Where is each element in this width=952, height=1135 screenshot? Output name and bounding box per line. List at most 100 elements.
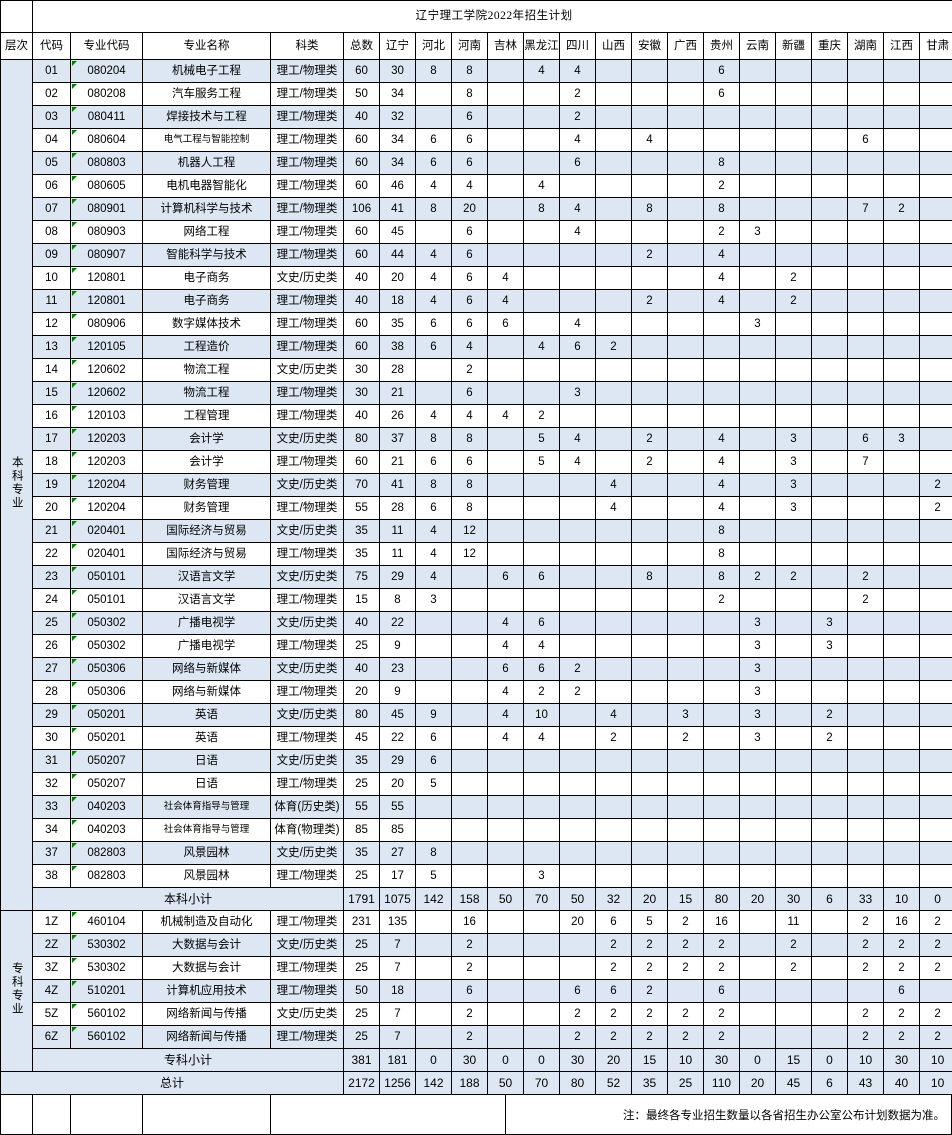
cell-province: 4 <box>452 175 488 198</box>
cell-row-no: 17 <box>33 428 71 451</box>
cell-province <box>884 244 920 267</box>
cell-province <box>632 727 668 750</box>
cell-province <box>848 152 884 175</box>
cell-province: 2 <box>632 1003 668 1026</box>
cell-province <box>632 313 668 336</box>
footer-note-left-blank <box>0 1095 506 1135</box>
cell-province <box>848 980 884 1003</box>
col-header-guangxi: 广西 <box>668 33 704 60</box>
table-row: 02080208汽车服务工程理工/物理类5034826 <box>1 83 952 106</box>
cell-province: 4 <box>488 612 524 635</box>
cell-province <box>704 727 740 750</box>
cell-province <box>776 704 812 727</box>
cell-province <box>632 405 668 428</box>
cell-province: 4 <box>416 543 452 566</box>
cell-province <box>920 129 952 152</box>
cell-province <box>848 681 884 704</box>
cell-province <box>740 1003 776 1026</box>
cell-major-name: 财务管理 <box>143 474 271 497</box>
cell-province <box>488 382 524 405</box>
cell-province <box>776 221 812 244</box>
cell-province <box>884 819 920 842</box>
cell-province: 6 <box>704 83 740 106</box>
cell-province <box>884 681 920 704</box>
cell-province <box>848 750 884 773</box>
cell-province: 2 <box>920 1003 952 1026</box>
cell-major-name: 网络与新媒体 <box>143 681 271 704</box>
cell-province <box>812 428 848 451</box>
cell-major-code: 120203 <box>71 451 143 474</box>
cell-province <box>452 796 488 819</box>
cell-province: 20 <box>632 888 668 911</box>
cell-major-name: 广播电视学 <box>143 635 271 658</box>
col-header-major-code: 专业代码 <box>71 33 143 60</box>
cell-province <box>488 842 524 865</box>
cell-province: 20 <box>740 1072 776 1095</box>
cell-province <box>812 911 848 934</box>
cell-province: 6 <box>416 750 452 773</box>
cell-province <box>488 83 524 106</box>
cell-province: 2 <box>740 566 776 589</box>
table-row: 13120105工程造价理工/物理类603864462 <box>1 336 952 359</box>
cell-province: 142 <box>416 888 452 911</box>
cell-province <box>920 520 952 543</box>
cell-province <box>668 566 704 589</box>
cell-province: 6 <box>848 428 884 451</box>
cell-province <box>884 313 920 336</box>
cell-major-code: 080907 <box>71 244 143 267</box>
cell-province <box>668 359 704 382</box>
cell-province: 8 <box>704 520 740 543</box>
cell-row-no: 20 <box>33 497 71 520</box>
cell-province <box>776 382 812 405</box>
cell-province <box>740 198 776 221</box>
cell-province <box>488 911 524 934</box>
cell-province <box>812 497 848 520</box>
cell-province <box>560 635 596 658</box>
cell-row-no: 37 <box>33 842 71 865</box>
cell-total: 30 <box>344 359 380 382</box>
cell-province: 6 <box>704 980 740 1003</box>
cell-province <box>560 566 596 589</box>
cell-province <box>596 842 632 865</box>
cell-province: 3 <box>740 658 776 681</box>
cell-province <box>488 336 524 359</box>
cell-province: 4 <box>560 451 596 474</box>
cell-major-name: 网络工程 <box>143 221 271 244</box>
cell-province <box>524 359 560 382</box>
cell-row-no: 1Z <box>33 911 71 934</box>
cell-province: 2 <box>668 957 704 980</box>
cell-province: 8 <box>416 842 452 865</box>
cell-kind: 文史/历史类 <box>271 658 344 681</box>
cell-major-code: 560102 <box>71 1003 143 1026</box>
cell-province: 21 <box>380 451 416 474</box>
cell-province: 0 <box>524 1049 560 1072</box>
cell-province: 2 <box>452 957 488 980</box>
cell-province: 4 <box>452 405 488 428</box>
cell-province <box>596 589 632 612</box>
cell-row-no: 03 <box>33 106 71 129</box>
cell-province <box>524 129 560 152</box>
cell-province <box>740 60 776 83</box>
cell-province: 2 <box>596 727 632 750</box>
cell-major-code: 460104 <box>71 911 143 934</box>
cell-province: 45 <box>380 221 416 244</box>
table-row: 26050302广播电视学理工/物理类2594433 <box>1 635 952 658</box>
cell-province: 30 <box>452 1049 488 1072</box>
cell-province: 6 <box>416 497 452 520</box>
cell-kind: 理工/物理类 <box>271 244 344 267</box>
cell-province <box>560 934 596 957</box>
cell-province: 2 <box>776 934 812 957</box>
cell-province: 6 <box>416 451 452 474</box>
cell-province: 2 <box>704 1026 740 1049</box>
comment-marker-icon <box>72 130 77 135</box>
cell-province: 4 <box>704 267 740 290</box>
cell-province <box>632 359 668 382</box>
cell-province: 6 <box>452 152 488 175</box>
cell-province <box>488 520 524 543</box>
cell-province: 80 <box>704 888 740 911</box>
cell-province <box>740 290 776 313</box>
cell-province <box>668 819 704 842</box>
cell-province: 4 <box>596 704 632 727</box>
cell-province: 8 <box>704 198 740 221</box>
cell-province <box>848 106 884 129</box>
